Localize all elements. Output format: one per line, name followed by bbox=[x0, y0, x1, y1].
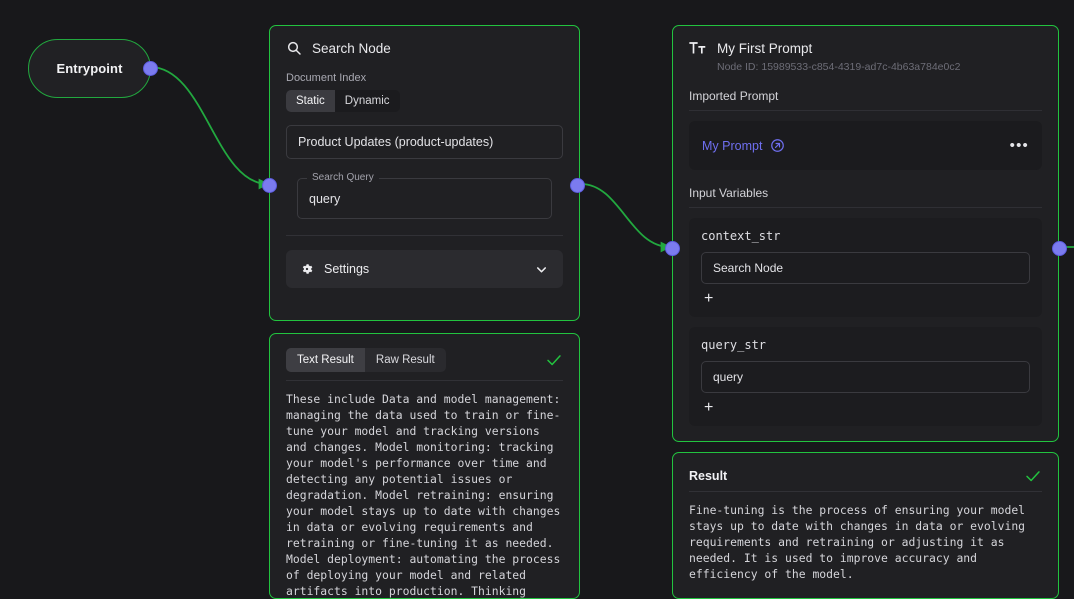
prompt-node-id: Node ID: 15989533-c854-4319-ad7c-4b63a78… bbox=[717, 61, 961, 73]
flow-canvas[interactable]: Entrypoint Search Node Document Index St… bbox=[0, 0, 1074, 599]
imported-prompt-link[interactable]: My Prompt bbox=[702, 139, 762, 153]
prompt-node[interactable]: My First Prompt Node ID: 15989533-c854-4… bbox=[672, 25, 1059, 442]
prompt-node-input-handle[interactable] bbox=[665, 241, 680, 256]
edge-search-to-prompt bbox=[580, 183, 672, 253]
search-result-header: Text Result Raw Result bbox=[286, 348, 563, 372]
variable-name: context_str bbox=[701, 229, 781, 243]
chevron-down-icon[interactable] bbox=[534, 262, 549, 277]
tab-raw-result[interactable]: Raw Result bbox=[365, 348, 446, 372]
settings-accordion[interactable]: Settings bbox=[286, 250, 563, 288]
search-node-divider bbox=[286, 235, 563, 236]
settings-label: Settings bbox=[324, 262, 370, 276]
search-icon bbox=[286, 40, 302, 56]
tab-text-result[interactable]: Text Result bbox=[286, 348, 365, 372]
search-result-divider bbox=[286, 380, 563, 381]
prompt-result-title: Result bbox=[689, 469, 728, 483]
gear-icon bbox=[300, 262, 314, 276]
search-result-body: These include Data and model management:… bbox=[286, 392, 561, 598]
document-index-label: Document Index bbox=[286, 72, 367, 84]
search-node[interactable]: Search Node Document Index Static Dynami… bbox=[269, 25, 580, 321]
prompt-node-output-handle[interactable] bbox=[1052, 241, 1067, 256]
index-mode-static[interactable]: Static bbox=[286, 90, 335, 112]
prompt-result-header: Result bbox=[689, 467, 1042, 485]
document-index-value[interactable]: Product Updates (product-updates) bbox=[286, 125, 563, 159]
variable-value-input[interactable]: query bbox=[701, 361, 1030, 393]
check-icon bbox=[545, 351, 563, 369]
variable-value-input[interactable]: Search Node bbox=[701, 252, 1030, 284]
index-mode-dynamic[interactable]: Dynamic bbox=[335, 90, 400, 112]
search-node-output-handle[interactable] bbox=[570, 178, 585, 193]
plus-icon[interactable]: + bbox=[704, 400, 713, 416]
result-view-tabs[interactable]: Text Result Raw Result bbox=[286, 348, 446, 372]
entrypoint-node[interactable]: Entrypoint bbox=[28, 39, 151, 98]
entrypoint-output-handle[interactable] bbox=[143, 61, 158, 76]
prompt-result-node[interactable]: Result Fine-tuning is the process of ens… bbox=[672, 452, 1059, 599]
prompt-node-header: My First Prompt bbox=[689, 40, 1042, 56]
imported-prompt-row[interactable]: My Prompt ••• bbox=[689, 121, 1042, 170]
search-query-label: Search Query bbox=[307, 172, 379, 183]
prompt-result-divider bbox=[689, 491, 1042, 492]
variable-name: query_str bbox=[701, 338, 767, 352]
prompt-result-body: Fine-tuning is the process of ensuring y… bbox=[689, 503, 1032, 581]
imported-prompt-label: Imported Prompt bbox=[689, 89, 1042, 111]
input-variable-query-str: query_str query + bbox=[689, 327, 1042, 426]
search-query-value: query bbox=[309, 192, 341, 206]
search-query-field[interactable]: Search Query query bbox=[297, 172, 552, 219]
input-variables-label: Input Variables bbox=[689, 186, 1042, 208]
text-format-icon bbox=[689, 40, 707, 56]
search-node-input-handle[interactable] bbox=[262, 178, 277, 193]
entrypoint-label: Entrypoint bbox=[56, 61, 123, 76]
ellipsis-icon[interactable]: ••• bbox=[1010, 138, 1029, 153]
search-node-title: Search Node bbox=[312, 40, 391, 56]
plus-icon[interactable]: + bbox=[704, 291, 713, 307]
document-index-mode-toggle[interactable]: Static Dynamic bbox=[286, 90, 400, 112]
search-result-node[interactable]: Text Result Raw Result These include Dat… bbox=[269, 333, 580, 599]
edge-entrypoint-to-search bbox=[149, 66, 270, 190]
search-node-header: Search Node bbox=[286, 40, 563, 56]
prompt-node-title: My First Prompt bbox=[717, 40, 813, 56]
check-icon bbox=[1024, 467, 1042, 485]
external-link-icon[interactable] bbox=[770, 138, 785, 153]
input-variable-context-str: context_str Search Node + bbox=[689, 218, 1042, 317]
